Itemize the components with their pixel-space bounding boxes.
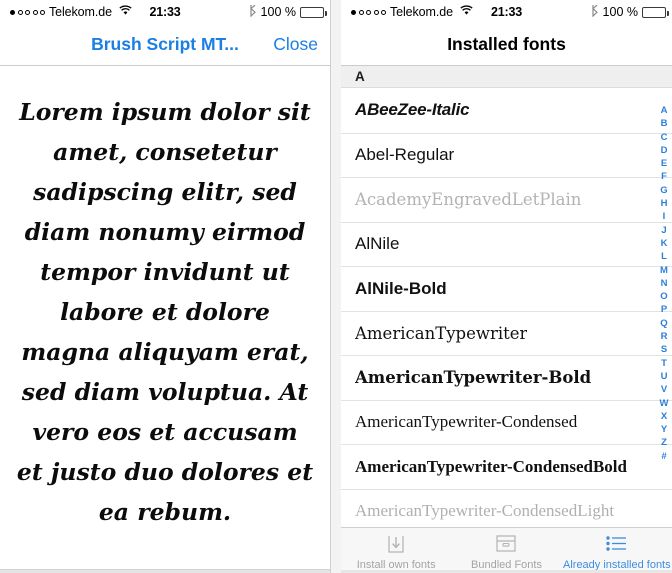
index-letter[interactable]: E	[657, 157, 671, 170]
font-preview-panel: Telekom.de 21:33 100 % Brush Script MT..…	[0, 0, 331, 573]
index-letter[interactable]: B	[657, 117, 671, 130]
wifi-icon	[460, 5, 473, 19]
index-letter[interactable]: A	[657, 104, 671, 117]
index-letter[interactable]: D	[657, 144, 671, 157]
index-letter[interactable]: Z	[657, 436, 671, 449]
index-letter[interactable]: J	[657, 224, 671, 237]
font-list-row[interactable]: AlNile-Bold	[341, 266, 672, 311]
tab-bar: Install own fonts Bundled Fonts Already …	[341, 527, 672, 573]
alphabet-index-bar[interactable]: A B C D E F G H I J K L M N O P Q R S T U V W X Y Z #	[657, 104, 671, 463]
font-list-row[interactable]: AcademyEngravedLetPlain	[341, 177, 672, 222]
download-into-box-icon	[383, 532, 409, 556]
battery-icon	[300, 6, 327, 18]
screenshot-root: Telekom.de 21:33 100 % Brush Script MT..…	[0, 0, 672, 573]
wifi-icon	[119, 5, 132, 19]
index-letter[interactable]: O	[657, 290, 671, 303]
font-list-row[interactable]: ABeeZee-Italic	[341, 88, 672, 133]
index-letter[interactable]: X	[657, 410, 671, 423]
signal-strength-dots	[351, 9, 386, 15]
status-bar-carrier-group: Telekom.de	[351, 5, 473, 19]
tab-already-installed-fonts[interactable]: Already installed fonts	[562, 532, 672, 571]
index-letter[interactable]: U	[657, 370, 671, 383]
page-title: Installed fonts	[447, 34, 566, 54]
font-list-row[interactable]: AmericanTypewriter-CondensedLight	[341, 488, 672, 527]
font-name-label: Abel-Regular	[355, 145, 455, 165]
section-header-a: A	[341, 66, 672, 88]
panel-gutter	[331, 0, 341, 573]
signal-strength-dots	[10, 9, 45, 15]
preview-navbar: Brush Script MT... Close	[0, 24, 330, 66]
index-letter[interactable]: #	[657, 450, 671, 463]
left-bottom-strip	[0, 569, 330, 573]
tab-bundled-fonts[interactable]: Bundled Fonts	[451, 532, 561, 571]
font-name-label: AmericanTypewriter-CondensedLight	[355, 501, 615, 521]
battery-percent-label: 100 %	[260, 5, 296, 19]
index-letter[interactable]: Y	[657, 423, 671, 436]
index-letter[interactable]: F	[657, 170, 671, 183]
index-letter[interactable]: S	[657, 343, 671, 356]
status-bar-right-group: 100 %	[591, 4, 669, 20]
index-letter[interactable]: L	[657, 250, 671, 263]
status-bar-right-group: 100 %	[249, 4, 327, 20]
font-list[interactable]: A ABeeZee-Italic Abel-Regular AcademyEngra…	[341, 66, 672, 527]
font-list-row[interactable]: AmericanTypewriter-CondensedBold	[341, 444, 672, 489]
index-letter[interactable]: V	[657, 383, 671, 396]
archive-box-icon	[492, 532, 520, 556]
index-letter[interactable]: T	[657, 357, 671, 370]
index-letter[interactable]: Q	[657, 317, 671, 330]
index-letter[interactable]: R	[657, 330, 671, 343]
carrier-name: Telekom.de	[49, 5, 112, 19]
font-list-row[interactable]: AmericanTypewriter	[341, 310, 672, 355]
font-name-label: AmericanTypewriter-CondensedBold	[355, 456, 627, 476]
font-name-label: AlNile-Bold	[355, 278, 447, 298]
index-letter[interactable]: C	[657, 131, 671, 144]
font-list-row[interactable]: AmericanTypewriter-Condensed	[341, 399, 672, 444]
status-bar-left: Telekom.de 21:33 100 %	[0, 0, 330, 24]
font-list-row[interactable]: AlNile	[341, 221, 672, 266]
battery-percent-label: 100 %	[602, 5, 638, 19]
tab-install-own-fonts[interactable]: Install own fonts	[341, 532, 451, 571]
installed-fonts-navbar: Installed fonts	[341, 24, 672, 66]
font-rows-container: ABeeZee-Italic Abel-Regular AcademyEngrave…	[341, 88, 672, 527]
bulleted-list-icon	[602, 532, 632, 556]
index-letter[interactable]: P	[657, 303, 671, 316]
bluetooth-icon	[249, 4, 257, 20]
close-button[interactable]: Close	[273, 34, 318, 55]
sample-text: Lorem ipsum dolor sit amet, consetetur s…	[16, 98, 314, 526]
index-letter[interactable]: K	[657, 237, 671, 250]
status-bar-carrier-group: Telekom.de	[10, 5, 132, 19]
index-letter[interactable]: H	[657, 197, 671, 210]
battery-icon	[642, 6, 669, 18]
font-name-label: AcademyEngravedLetPlain	[355, 190, 582, 210]
font-name-label: ABeeZee-Italic	[355, 100, 470, 120]
status-bar-right: Telekom.de 21:33 100 %	[341, 0, 672, 24]
index-letter[interactable]: N	[657, 277, 671, 290]
font-list-row[interactable]: Abel-Regular	[341, 132, 672, 177]
installed-fonts-panel: Telekom.de 21:33 100 % Installed fonts A…	[341, 0, 672, 573]
font-list-row[interactable]: AmericanTypewriter-Bold	[341, 355, 672, 400]
font-name-label: AmericanTypewriter	[355, 323, 528, 343]
bluetooth-icon	[591, 4, 599, 20]
carrier-name: Telekom.de	[390, 5, 453, 19]
index-letter[interactable]: W	[657, 397, 671, 410]
font-name-label: AmericanTypewriter-Bold	[355, 368, 592, 388]
index-letter[interactable]: M	[657, 264, 671, 277]
index-letter[interactable]: I	[657, 210, 671, 223]
index-letter[interactable]: G	[657, 184, 671, 197]
font-name-label: AlNile	[355, 234, 400, 254]
preview-body: Lorem ipsum dolor sit amet, consetetur s…	[0, 66, 330, 571]
font-name-label: AmericanTypewriter-Condensed	[355, 412, 578, 432]
